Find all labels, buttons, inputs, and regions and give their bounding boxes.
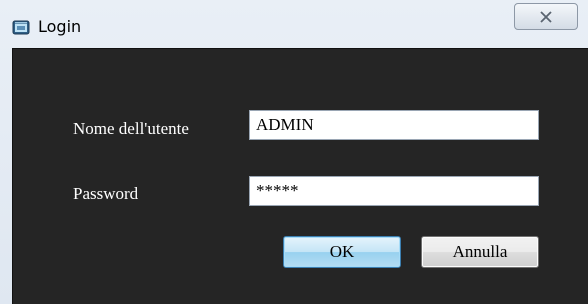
login-form-panel: Nome dell'utente ADMIN Password ***** OK… bbox=[12, 48, 588, 304]
close-icon bbox=[539, 10, 553, 23]
username-label: Nome dell'utente bbox=[73, 119, 189, 138]
password-field[interactable]: ***** bbox=[249, 176, 539, 206]
username-field[interactable]: ADMIN bbox=[249, 110, 539, 140]
app-window-icon bbox=[12, 19, 30, 36]
password-label: Password bbox=[73, 184, 139, 203]
close-button[interactable] bbox=[514, 3, 578, 30]
cancel-button[interactable]: Annulla bbox=[421, 236, 539, 268]
title-bar[interactable]: Login bbox=[0, 0, 588, 48]
login-window: Login Nome dell'utente ADMIN Password **… bbox=[0, 0, 588, 304]
ok-button[interactable]: OK bbox=[283, 236, 401, 268]
window-title: Login bbox=[38, 17, 82, 36]
